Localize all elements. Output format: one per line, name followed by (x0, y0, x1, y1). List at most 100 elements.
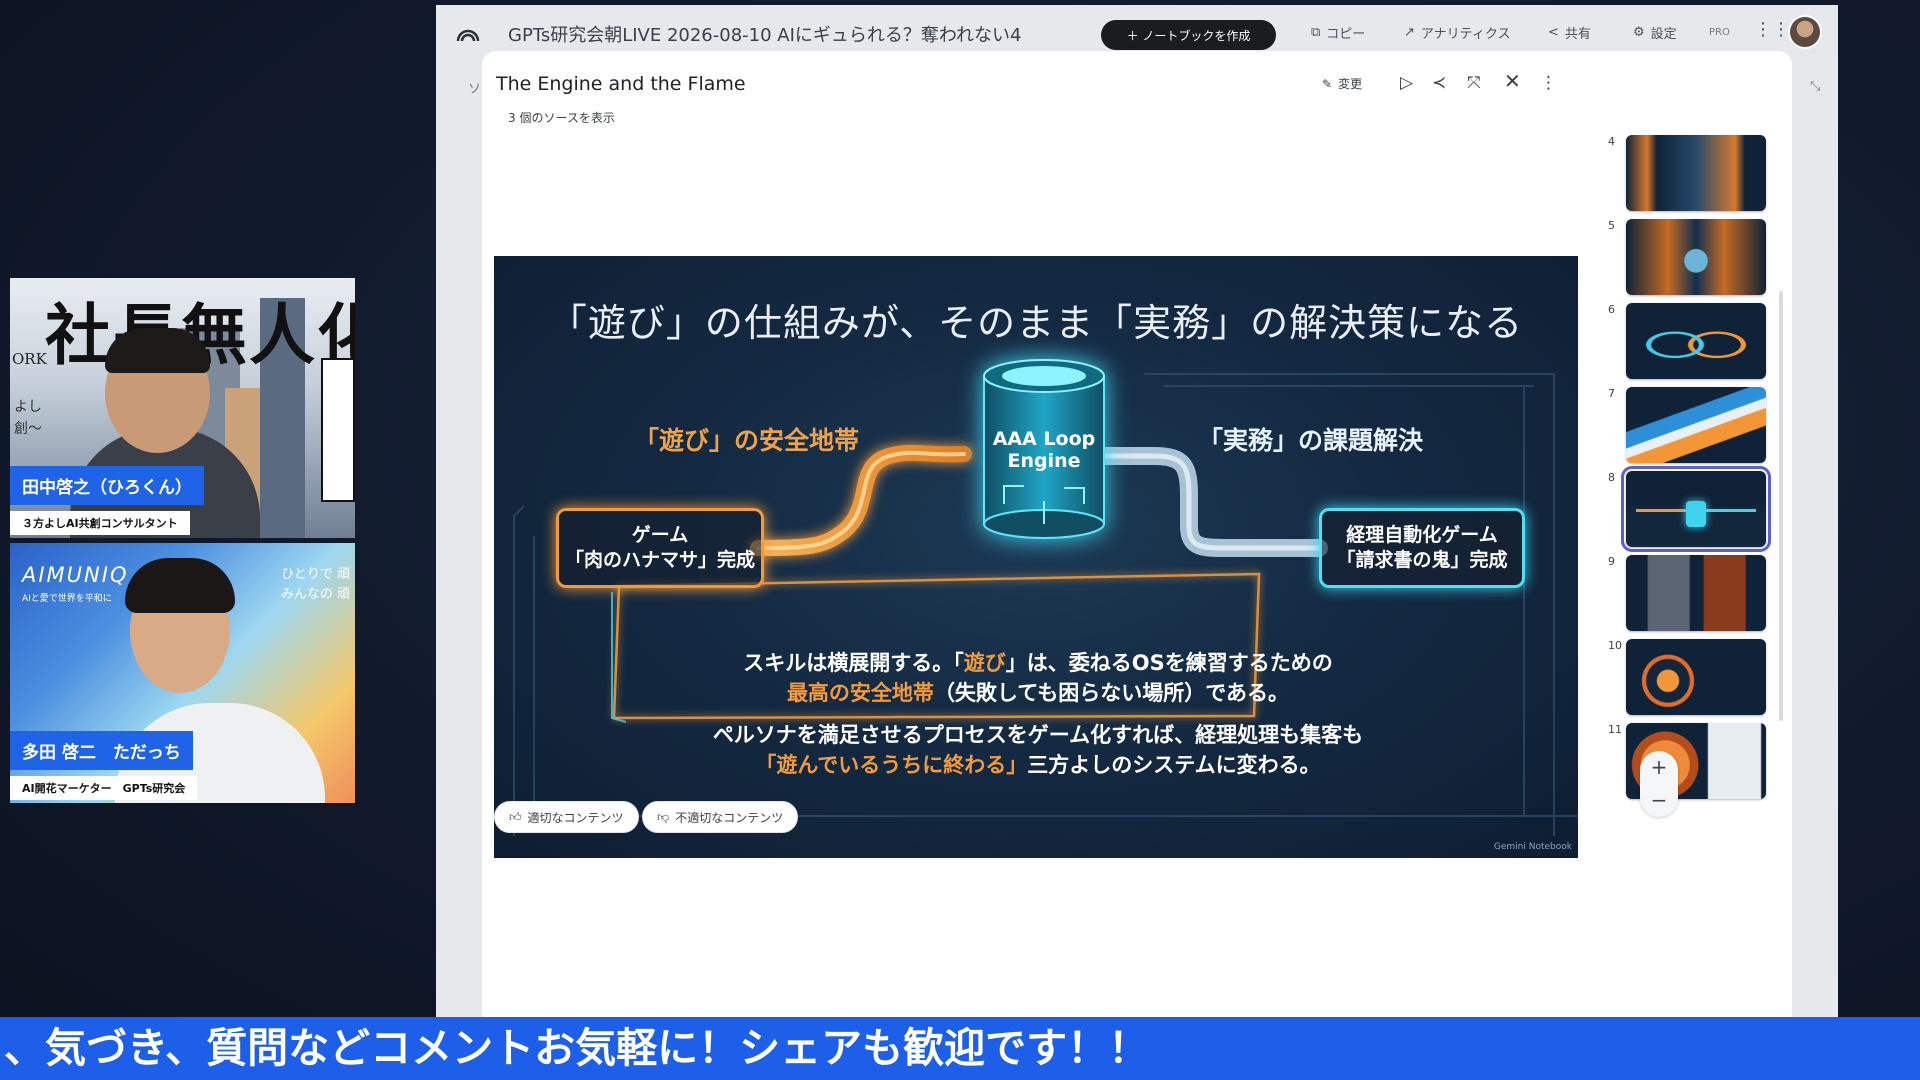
participant-hair (125, 558, 235, 613)
thumbnail-item[interactable]: 7 (1606, 387, 1776, 471)
game-box-line2: 「肉のハナマサ」完成 (564, 549, 755, 571)
metal-pipe-highlight (1096, 453, 1322, 551)
thumbnail-item[interactable]: 10 (1606, 639, 1776, 723)
zoom-in-button[interactable]: + (1640, 751, 1678, 784)
message-paragraph-2: ペルソナを満足させるプロセスをゲーム化すれば、経理処理も集客も (712, 723, 1364, 747)
play-icon[interactable]: ▷ (1400, 73, 1413, 93)
thumbnail-number: 7 (1608, 387, 1615, 400)
analytics-label: アナリティクス (1420, 27, 1511, 42)
comment-ticker: 、気づき、質問などコメントお気軽に！シェアも歓迎です！！ (0, 1017, 1920, 1080)
accounting-box-line1: 経理自動化ゲーム (1346, 524, 1498, 546)
accounting-game-box: 経理自動化ゲーム 「請求書の鬼」完成 (1319, 508, 1525, 588)
background-tagline: ひとりで 頑 みんなの 頑 (280, 567, 350, 602)
background-brand-sub: AIと愛で世界を平和に (22, 594, 112, 604)
collapse-icon[interactable]: ⤧ (1467, 73, 1481, 93)
thumbnail-item[interactable]: 11 (1606, 723, 1776, 807)
thumbnail-item[interactable]: 6 (1606, 303, 1776, 387)
share-notebook-button[interactable]: < 共有 (1548, 23, 1591, 42)
thumbnail-image[interactable] (1626, 387, 1766, 463)
gear-icon: ⚙ (1633, 25, 1645, 40)
pencil-icon: ✎ (1322, 76, 1333, 91)
msg-text: 」は、委ねるOSを練習するための (1005, 651, 1333, 675)
share-icon: < (1548, 25, 1559, 40)
thumbnail-number: 6 (1608, 303, 1615, 316)
slide-title: 「遊び」の仕組みが、そのまま「実務」の解決策になる (548, 301, 1524, 345)
participant-name: 多田 啓二 ただっち (10, 731, 193, 770)
thumbnail-image[interactable] (1626, 219, 1766, 295)
thumbnail-image[interactable] (1621, 466, 1771, 552)
viewer-title: The Engine and the Flame (496, 73, 746, 95)
participant-role: ３方よしAI共創コンサルタント (10, 511, 190, 535)
thumbnail-number: 9 (1608, 555, 1615, 568)
metal-pipe (1090, 447, 1328, 557)
accounting-box-line2: 「請求書の鬼」完成 (1336, 549, 1508, 571)
thumbnail-item[interactable]: 4 (1606, 135, 1776, 219)
thumbnail-item[interactable]: 9 (1606, 555, 1776, 639)
message-paragraph-2b: 「遊んでいるうちに終わる」三方よしのシステムに変わる。 (639, 750, 1437, 780)
thumbnail-scrollbar[interactable] (1779, 291, 1783, 721)
avatar[interactable] (1788, 15, 1822, 49)
thumbnail-number: 8 (1608, 471, 1615, 484)
participant-video-1: 社長無人化 ORK よし 創〜 田中啓之（ひろくん） ３方よしAI共創コンサルタ… (10, 278, 355, 538)
participant-name: 田中啓之（ひろくん） (10, 466, 204, 505)
feedback-good-button[interactable]: 👍︎ 適切なコンテンツ (494, 801, 639, 833)
more-vert-icon[interactable]: ⋮ (1540, 73, 1557, 93)
edit-button[interactable]: ✎ 変更 (1322, 75, 1362, 92)
side-panel-edge-icon[interactable]: ソ (468, 78, 481, 97)
notebooklm-logo-icon[interactable] (456, 23, 480, 43)
thumbnail-image[interactable] (1626, 303, 1766, 379)
edit-label: 変更 (1338, 77, 1363, 91)
thumbnail-number: 11 (1608, 723, 1622, 736)
msg-text: スキルは横展開する。「 (743, 651, 964, 675)
play-zone-heading: 「遊び」の安全地帯 (634, 426, 860, 455)
zoom-out-button[interactable]: − (1640, 784, 1678, 817)
settings-label: 設定 (1650, 27, 1677, 42)
thumbnail-item[interactable]: 5 (1606, 219, 1776, 303)
thumbnail-item-active[interactable]: 8 (1606, 466, 1776, 555)
slide-viewer-panel: The Engine and the Flame 3 個のソースを表示 ✎ 変更… (482, 51, 1792, 1017)
trending-up-icon: ↗ (1404, 25, 1415, 40)
participant-hair (105, 328, 210, 373)
analytics-button[interactable]: ↗ アナリティクス (1404, 23, 1510, 42)
participant-video-2: AIMUNIQ AIと愛で世界を平和に ひとりで 頑 みんなの 頑 多田 啓二 … (10, 543, 355, 803)
copy-button[interactable]: ⧉ コピー (1311, 23, 1365, 42)
engine-label-line1: AAA Loop (992, 428, 1096, 450)
thumbnail-number: 5 (1608, 219, 1615, 232)
msg-text: （失敗しても困らない場所）である。 (933, 681, 1290, 705)
background-sign (321, 358, 355, 502)
settings-button[interactable]: ⚙ 設定 (1633, 23, 1677, 42)
feedback-bad-button[interactable]: 👎︎ 不適切なコンテンツ (642, 801, 799, 833)
msg-highlight: 最高の安全地帯 (786, 681, 934, 705)
work-solution-heading: 「実務」の課題解決 (1198, 426, 1424, 455)
share-icon[interactable]: ≺ (1432, 73, 1446, 93)
thumbnail-image[interactable] (1626, 639, 1766, 715)
thumbnail-image[interactable] (1626, 555, 1766, 631)
feedback-good-label: 適切なコンテンツ (527, 810, 624, 825)
engine-label-line2: Engine (1007, 450, 1081, 472)
thumbnail-number: 10 (1608, 639, 1622, 652)
msg-highlight: 遊び (963, 651, 1006, 675)
create-notebook-button[interactable]: ＋ ノートブックを作成 (1101, 20, 1276, 50)
background-note: よし 創〜 (14, 399, 42, 437)
notebook-app-window: GPTs研究会朝LIVE 2026-08-10 AIにギュられる？奪われない4 … (436, 5, 1838, 1017)
thumbnail-image[interactable] (1626, 135, 1766, 211)
engine-label: AAA Loop Engine (984, 428, 1104, 472)
msg-highlight: 「遊んでいるうちに終わる」 (755, 753, 1028, 777)
close-icon[interactable]: ✕ (1504, 69, 1521, 93)
thumbs-down-icon: 👎︎ (657, 809, 670, 824)
notebook-title[interactable]: GPTs研究会朝LIVE 2026-08-10 AIにギュられる？奪われない4 (508, 21, 1028, 47)
plan-badge: PRO (1709, 27, 1730, 38)
participant-role: AI開花マーケター GPTs研究会 (10, 776, 198, 800)
zoom-control: + − (1640, 751, 1678, 817)
feedback-bad-label: 不適切なコンテンツ (675, 810, 784, 825)
copy-icon: ⧉ (1311, 25, 1321, 40)
expand-icon[interactable]: ⤡ (1810, 79, 1820, 94)
slide-message: スキルは横展開する。「遊び」は、委ねるOSを練習するための 最高の安全地帯（失敗… (639, 648, 1437, 780)
current-slide: 「遊び」の仕組みが、そのまま「実務」の解決策になる 「遊び」の安全地帯 「実務」… (494, 256, 1578, 858)
share-label: 共有 (1564, 27, 1591, 42)
orange-pipe-core (756, 450, 966, 550)
sources-link[interactable]: 3 個のソースを表示 (500, 107, 623, 128)
msg-text: 三方よしのシステムに変わる。 (1027, 753, 1321, 777)
message-paragraph-1b: 最高の安全地帯（失敗しても困らない場所）である。 (639, 678, 1437, 708)
thumbnail-number: 4 (1608, 135, 1615, 148)
